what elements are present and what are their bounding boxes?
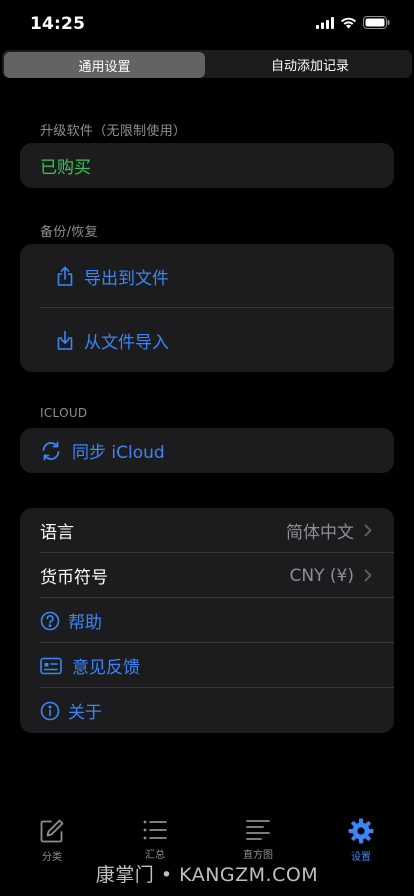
feedback-card-icon bbox=[40, 657, 62, 675]
gear-icon bbox=[348, 818, 374, 844]
sync-icloud-label: 同步 iCloud bbox=[72, 443, 165, 463]
feedback-label: 意见反馈 bbox=[72, 658, 140, 678]
section-header-backup: 备份/恢复 bbox=[40, 225, 98, 240]
sync-icon bbox=[40, 441, 62, 461]
tab-summary[interactable]: 汇总 bbox=[125, 818, 185, 861]
language-value: 简体中文 bbox=[286, 523, 354, 543]
help-row[interactable]: 帮助 bbox=[20, 598, 394, 643]
language-label: 语言 bbox=[40, 523, 74, 543]
currency-row[interactable]: 货币符号 CNY (¥) bbox=[20, 553, 394, 598]
question-circle-icon bbox=[40, 611, 60, 631]
tab-histogram[interactable]: 直方图 bbox=[228, 818, 288, 861]
icloud-card: 同步 iCloud bbox=[20, 428, 394, 473]
wifi-icon bbox=[340, 17, 357, 29]
info-circle-icon bbox=[40, 701, 60, 721]
battery-icon bbox=[363, 16, 390, 29]
section-header-icloud: ICLOUD bbox=[40, 406, 88, 420]
purchase-status: 已购买 bbox=[40, 158, 91, 178]
segmented-control: 通用设置 自动添加记录 bbox=[2, 50, 412, 78]
feedback-row[interactable]: 意见反馈 bbox=[20, 643, 394, 688]
tab-label: 直方图 bbox=[243, 850, 273, 861]
status-time: 14:25 bbox=[30, 14, 86, 34]
status-bar: 14:25 bbox=[0, 0, 414, 48]
language-row[interactable]: 语言 简体中文 bbox=[20, 508, 394, 553]
about-label: 关于 bbox=[68, 703, 102, 723]
export-to-file-button[interactable]: 导出到文件 bbox=[20, 244, 394, 308]
chevron-right-icon bbox=[364, 524, 372, 537]
currency-value: CNY (¥) bbox=[289, 565, 354, 586]
tab-category[interactable]: 分类 bbox=[22, 818, 82, 863]
language-value-group: 简体中文 bbox=[286, 518, 372, 543]
upgrade-card: 已购买 bbox=[20, 143, 394, 188]
sync-icloud-button[interactable]: 同步 iCloud bbox=[20, 428, 394, 473]
segment-general-settings[interactable]: 通用设置 bbox=[4, 52, 205, 78]
currency-value-group: CNY (¥) bbox=[290, 566, 372, 586]
settings-card: 语言 简体中文 货币符号 CNY (¥) 帮助 意见反馈 关于 bbox=[20, 508, 394, 733]
import-from-file-button[interactable]: 从文件导入 bbox=[20, 308, 394, 372]
section-header-upgrade: 升级软件（无限制使用） bbox=[40, 124, 187, 139]
tab-label: 汇总 bbox=[145, 850, 165, 861]
share-export-icon bbox=[56, 266, 74, 286]
text-align-icon bbox=[245, 818, 271, 842]
segment-auto-add-records[interactable]: 自动添加记录 bbox=[208, 50, 412, 78]
backup-card: 导出到文件 从文件导入 bbox=[20, 244, 394, 372]
help-label: 帮助 bbox=[68, 613, 102, 633]
export-to-file-label: 导出到文件 bbox=[84, 268, 169, 289]
currency-label: 货币符号 bbox=[40, 568, 108, 588]
about-row[interactable]: 关于 bbox=[20, 688, 394, 733]
import-from-file-label: 从文件导入 bbox=[84, 332, 169, 353]
watermark: 康掌门 • KANGZM.COM bbox=[95, 864, 319, 886]
list-icon bbox=[142, 818, 168, 842]
tab-settings[interactable]: 设置 bbox=[331, 818, 391, 863]
edit-icon bbox=[39, 818, 65, 844]
import-icon bbox=[56, 330, 74, 350]
chevron-right-icon bbox=[364, 569, 372, 582]
cellular-signal-icon bbox=[316, 16, 334, 29]
status-icons bbox=[316, 16, 390, 29]
upgrade-status-row[interactable]: 已购买 bbox=[20, 143, 394, 188]
